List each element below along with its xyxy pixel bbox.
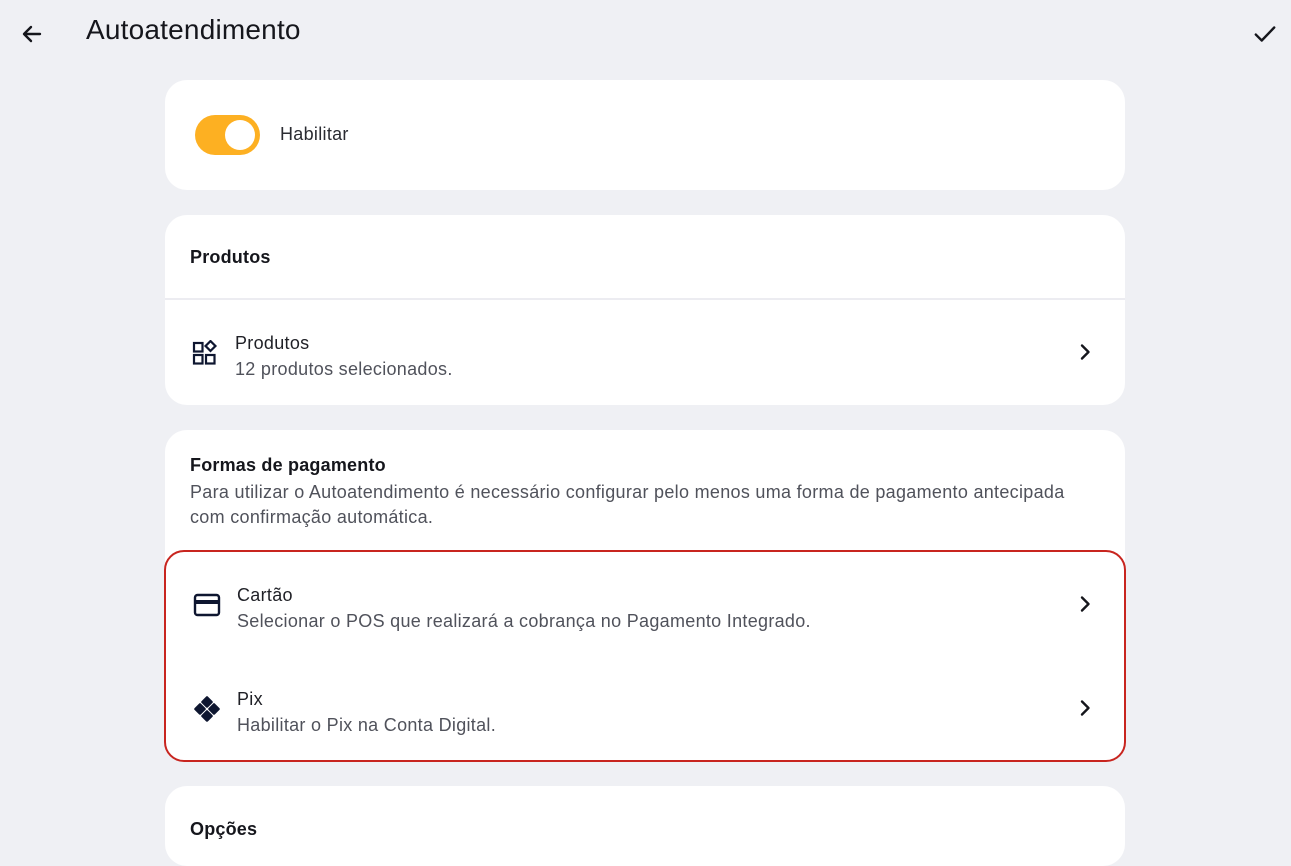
- back-button[interactable]: [14, 16, 50, 52]
- enable-toggle[interactable]: [195, 115, 260, 155]
- page-title: Autoatendimento: [86, 14, 301, 45]
- payment-methods-highlight: Cartão Selecionar o POS que realizará a …: [164, 550, 1126, 762]
- toggle-knob: [225, 120, 255, 150]
- credit-card-icon: [192, 590, 222, 620]
- payment-section-title: Formas de pagamento: [190, 455, 386, 475]
- confirm-button[interactable]: [1247, 16, 1283, 52]
- chevron-right-icon: [1073, 340, 1097, 364]
- pix-title: Pix: [237, 689, 263, 709]
- chevron-right-icon: [1073, 592, 1097, 616]
- payment-description: Para utilizar o Autoatendimento é necess…: [190, 482, 1065, 527]
- products-section-title: Produtos: [190, 247, 271, 267]
- top-bar: Autoatendimento: [0, 0, 1291, 66]
- payment-item-pix[interactable]: Pix Habilitar o Pix na Conta Digital.: [167, 656, 1123, 760]
- products-row-subtitle: 12 produtos selecionados.: [235, 359, 453, 379]
- products-row-title: Produtos: [235, 333, 310, 353]
- pix-subtitle: Habilitar o Pix na Conta Digital.: [237, 715, 497, 735]
- products-row[interactable]: Produtos 12 produtos selecionados.: [165, 300, 1125, 405]
- chevron-right-icon: [1073, 696, 1097, 720]
- arrow-left-icon: [22, 25, 42, 43]
- card-subtitle: Selecionar o POS que realizará a cobranç…: [237, 611, 811, 631]
- options-section-title: Opções: [190, 819, 258, 839]
- products-grid-icon: [190, 338, 220, 368]
- enable-card: Habilitar: [165, 80, 1125, 190]
- options-card: Opções: [165, 786, 1125, 866]
- enable-label: Habilitar: [280, 124, 349, 144]
- payment-card: Formas de pagamento Para utilizar o Auto…: [164, 430, 1126, 762]
- products-card: Produtos Produtos 12 produtos selecionad…: [165, 215, 1125, 405]
- check-icon: [1254, 26, 1276, 42]
- card-title: Cartão: [237, 585, 293, 605]
- payment-item-card[interactable]: Cartão Selecionar o POS que realizará a …: [167, 552, 1123, 656]
- pix-icon: [192, 694, 222, 724]
